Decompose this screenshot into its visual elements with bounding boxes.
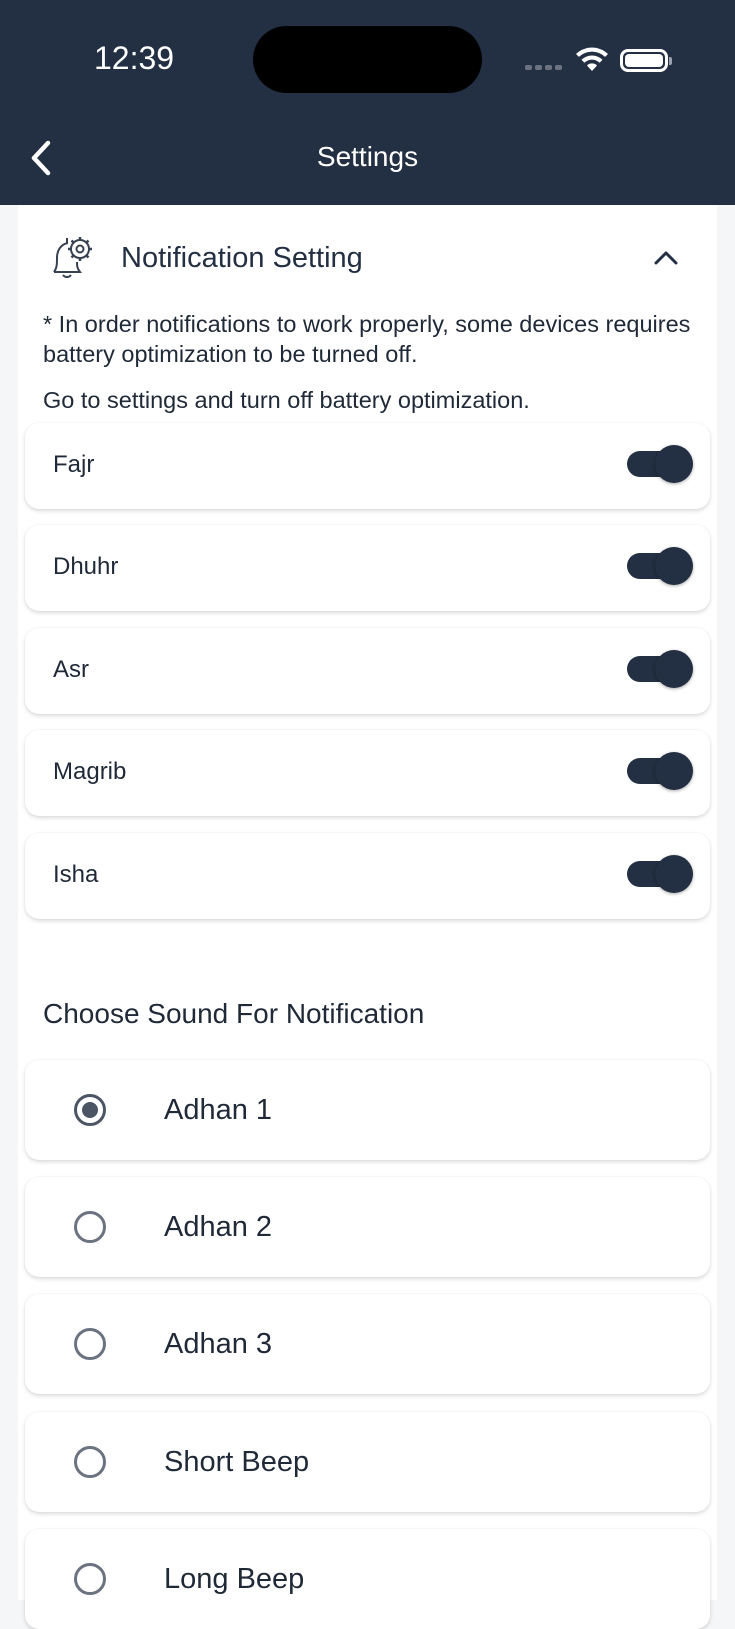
radio-button[interactable]: [74, 1211, 106, 1243]
radio-button[interactable]: [74, 1328, 106, 1360]
prayer-label: Fajr: [53, 451, 95, 478]
status-time: 12:39: [94, 40, 175, 76]
status-icons: [525, 44, 675, 74]
dhuhr-toggle[interactable]: [627, 547, 693, 585]
notification-section-header[interactable]: Notification Setting: [18, 205, 717, 305]
bell-gear-icon: [53, 237, 92, 278]
isha-toggle[interactable]: [627, 855, 693, 893]
sound-label: Short Beep: [164, 1446, 310, 1478]
wifi-icon: [576, 47, 608, 71]
sound-label: Adhan 1: [164, 1094, 273, 1126]
fajr-toggle[interactable]: [627, 445, 693, 483]
battery-instruction[interactable]: Go to settings and turn off battery opti…: [43, 385, 693, 415]
sound-label: Adhan 3: [164, 1328, 273, 1360]
dynamic-island: [253, 26, 482, 93]
asr-toggle[interactable]: [627, 650, 693, 688]
battery-note: * In order notifications to work properl…: [43, 311, 691, 367]
radio-button[interactable]: [74, 1446, 106, 1478]
chevron-up-icon[interactable]: [652, 248, 680, 266]
prayer-label: Isha: [53, 861, 99, 888]
magrib-toggle[interactable]: [627, 752, 693, 790]
prayer-label: Magrib: [53, 758, 127, 785]
prayer-label: Dhuhr: [53, 553, 119, 580]
sound-option-adhan-3[interactable]: Adhan 3: [25, 1294, 710, 1394]
radio-button[interactable]: [74, 1563, 106, 1595]
page-title: Settings: [316, 141, 419, 172]
sound-label: Long Beep: [164, 1563, 305, 1595]
prayer-row-asr[interactable]: Asr: [25, 628, 710, 714]
settings-panel: Notification Setting * In order notifica…: [18, 205, 717, 1629]
prayer-row-fajr[interactable]: Fajr: [25, 423, 710, 509]
radio-button[interactable]: [74, 1094, 106, 1126]
sound-option-short-beep[interactable]: Short Beep: [25, 1412, 710, 1512]
notification-section-title: Notification Setting: [121, 242, 363, 274]
sound-option-adhan-1[interactable]: Adhan 1: [25, 1060, 710, 1160]
sound-label: Adhan 2: [164, 1211, 273, 1243]
prayer-row-magrib[interactable]: Magrib: [25, 730, 710, 816]
sound-option-adhan-2[interactable]: Adhan 2: [25, 1177, 710, 1277]
prayer-row-isha[interactable]: Isha: [25, 833, 710, 919]
prayer-row-dhuhr[interactable]: Dhuhr: [25, 525, 710, 611]
sound-section-heading: Choose Sound For Notification: [43, 998, 425, 1029]
battery-icon: [620, 49, 672, 72]
sound-option-long-beep[interactable]: Long Beep: [25, 1529, 710, 1629]
app-header: 12:39 Settings: [0, 0, 735, 205]
prayer-label: Asr: [53, 656, 89, 683]
signal-icon: [525, 65, 562, 70]
